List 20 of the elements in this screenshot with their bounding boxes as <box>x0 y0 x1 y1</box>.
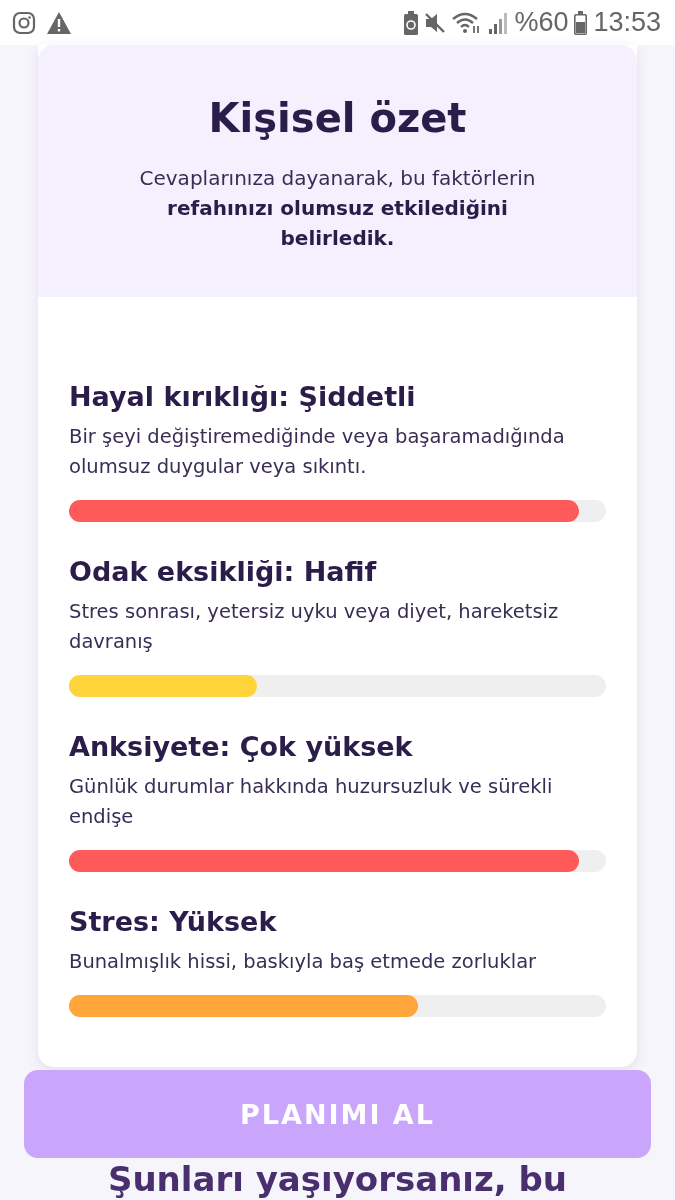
mute-icon <box>424 11 447 34</box>
factor-title: Anksiyete: Çok yüksek <box>69 731 414 762</box>
summary-title: Kişisel özet <box>207 95 468 141</box>
battery-icon <box>574 10 588 35</box>
factor-title: Odak eksikliği: Hafif <box>69 556 378 587</box>
section-heading: Şunları yaşıyorsanız, bu <box>107 1159 568 1199</box>
get-plan-button[interactable]: PLANIMI AL <box>24 1070 651 1158</box>
factor-description: Günlük durumlar hakkında huzursuzluk ve sürekli endişe <box>69 774 554 830</box>
factor-description: Bir şeyi değiştiremediğinde veya başaramadığında olumsuz duygular veya sıkıntı. <box>69 424 566 480</box>
factor-title: Hayal kırıklığı: Şiddetli <box>69 381 417 412</box>
battery-saver-icon <box>404 10 419 35</box>
factor-description: Bunalmışlık hissi, baskıyla baş etmede zorluklar <box>69 949 538 975</box>
factor-title: Stres: Yüksek <box>69 906 278 937</box>
summary-text: Cevaplarınıza dayanarak, bu faktörlerin refahınızı olumsuz etkilediğini belirledik. <box>138 165 537 252</box>
factor-description: Stres sonrası, yetersiz uyku veya diyet, hareketsiz davranış <box>69 599 560 655</box>
warning-icon <box>46 10 72 35</box>
camera-icon <box>12 10 36 35</box>
battery-percent: %60 <box>514 7 569 38</box>
signal-icon <box>488 11 509 34</box>
clock: 13:53 <box>593 7 661 38</box>
